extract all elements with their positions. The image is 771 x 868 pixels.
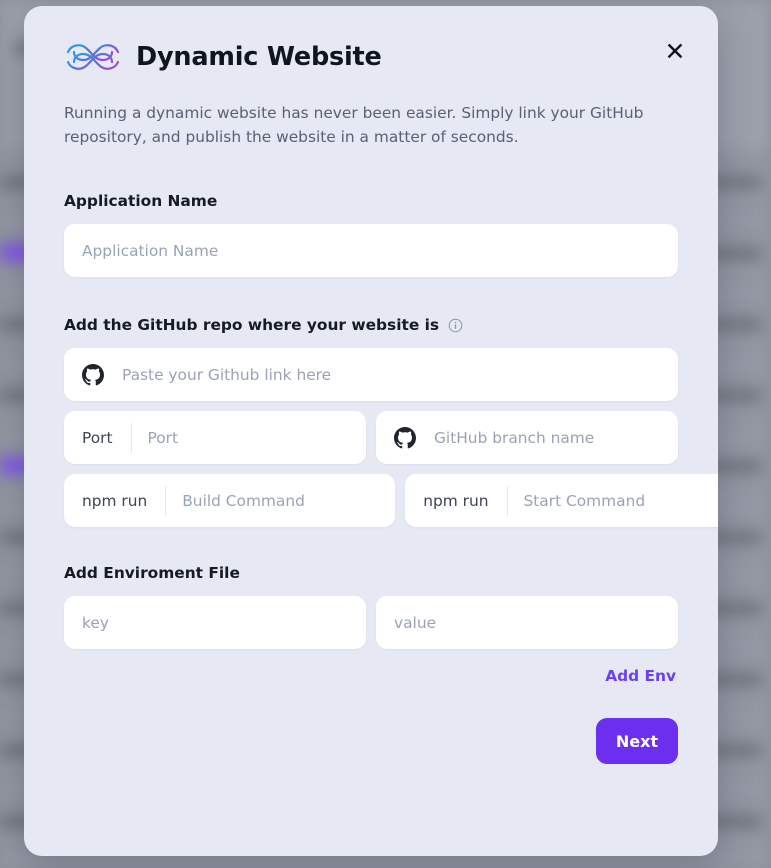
github-link-input-wrapper[interactable] bbox=[64, 348, 678, 402]
application-name-input[interactable] bbox=[64, 224, 678, 278]
environment-file-label: Add Enviroment File bbox=[64, 564, 678, 582]
next-button[interactable]: Next bbox=[596, 718, 678, 765]
github-branch-input[interactable] bbox=[416, 411, 678, 465]
start-command-input-wrapper[interactable]: npm run bbox=[405, 474, 718, 528]
modal-header: Dynamic Website bbox=[64, 6, 678, 74]
env-key-input-wrapper[interactable] bbox=[64, 596, 366, 650]
start-command-prefix-label: npm run bbox=[405, 485, 508, 516]
add-env-button[interactable]: Add Env bbox=[603, 665, 678, 687]
port-prefix-label: Port bbox=[64, 422, 132, 453]
github-repo-label-text: Add the GitHub repo where your website i… bbox=[64, 316, 440, 335]
build-command-prefix-label: npm run bbox=[64, 485, 167, 516]
env-value-input[interactable] bbox=[376, 596, 678, 650]
info-icon[interactable] bbox=[448, 318, 463, 333]
github-link-input[interactable] bbox=[104, 348, 678, 402]
env-value-input-wrapper[interactable] bbox=[376, 596, 678, 650]
build-command-input-wrapper[interactable]: npm run bbox=[64, 474, 396, 528]
environment-file-label-text: Add Enviroment File bbox=[64, 564, 240, 583]
page-title: Dynamic Website bbox=[136, 42, 382, 72]
command-row: npm run npm run bbox=[64, 474, 718, 528]
environment-row bbox=[64, 596, 678, 650]
github-branch-input-wrapper[interactable] bbox=[376, 411, 678, 465]
port-branch-row: Port bbox=[64, 411, 678, 465]
github-icon bbox=[376, 426, 416, 449]
github-icon bbox=[64, 363, 104, 386]
dynamic-website-modal: ✕ Dynamic Website Running a dynamic webs… bbox=[24, 6, 718, 856]
modal-description: Running a dynamic website has never been… bbox=[64, 104, 644, 146]
port-input[interactable] bbox=[131, 411, 366, 465]
braided-infinity-logo-icon bbox=[64, 40, 122, 74]
github-repo-label: Add the GitHub repo where your website i… bbox=[64, 316, 678, 334]
port-input-wrapper[interactable]: Port bbox=[64, 411, 366, 465]
application-name-input-wrapper[interactable] bbox=[64, 224, 678, 278]
start-command-input[interactable] bbox=[507, 474, 718, 528]
close-icon[interactable]: ✕ bbox=[658, 34, 692, 68]
application-name-label-text: Application Name bbox=[64, 192, 218, 211]
application-name-label: Application Name bbox=[64, 192, 678, 210]
env-key-input[interactable] bbox=[64, 596, 366, 650]
build-command-input[interactable] bbox=[166, 474, 396, 528]
